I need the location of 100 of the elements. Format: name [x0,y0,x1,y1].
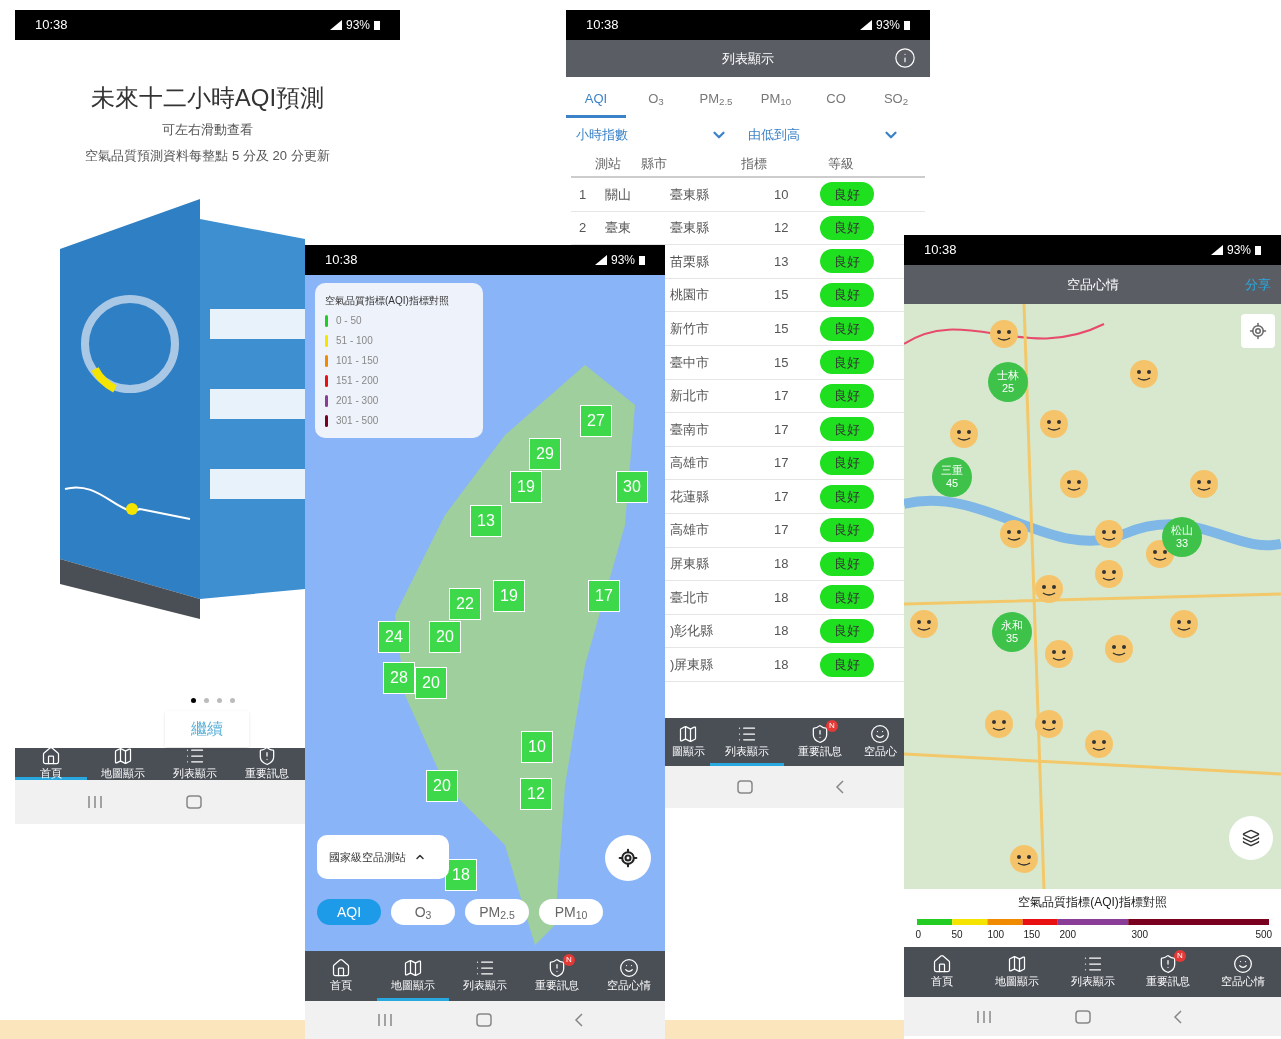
county-cell: 苗栗縣 [670,253,709,269]
nav-tab[interactable]: 重要訊息 [231,748,303,780]
rank-cell: 1 [579,186,587,202]
value-cell: 15 [774,354,789,370]
legend-range: 101 - 150 [336,354,379,368]
value-cell: 12 [774,220,789,236]
nav-tab[interactable]: 地圖顯示 [87,748,159,780]
nav-tab[interactable]: 列表顯示 [449,951,521,1001]
page-title: 未來十二小時AQI預測 [90,83,325,113]
county-cell: 新竹市 [670,320,709,336]
battery-level: 93% [1226,242,1251,259]
grade-badge: 良好 [820,316,874,341]
back-icon[interactable] [834,780,846,794]
smiley-face-icon [1189,469,1219,499]
value-cell: 17 [774,522,789,538]
filter-dropdown[interactable]: 由低到高 [738,125,910,145]
nav-tab[interactable]: N 重要訊息 [784,718,856,766]
pollutant-tab[interactable]: CO [806,82,866,118]
nav-tab[interactable]: 列表顯示 [159,748,231,780]
pollutant-chip[interactable]: O$_{3}$ [391,899,455,925]
grade-badge: 良好 [820,182,874,207]
rank-cell: 2 [579,220,587,236]
recents-icon[interactable] [974,1009,994,1024]
column-header: 測站 [595,155,622,174]
legend-title: 空氣品質指標(AQI)指標對照 [1018,894,1167,911]
pollutant-tab[interactable]: PM$_{2.5}$ [686,82,746,118]
value-cell: 18 [774,556,789,572]
signal-icon [859,20,872,30]
nav-tab[interactable]: 圖顯示 [666,718,710,766]
station-value: 25 [1001,383,1015,394]
pollutant-chip[interactable]: PM$_{2.5}$ [465,899,529,925]
pollutant-tab[interactable]: SO$_{2}$ [866,82,926,118]
recents-icon[interactable] [85,795,105,809]
pollutant-chip[interactable]: AQI [317,899,381,925]
layers-button[interactable] [1229,816,1273,860]
home-button-icon[interactable] [186,795,202,809]
home-button-icon[interactable] [1075,1009,1091,1024]
station-type-dropdown[interactable]: 國家級空品測站 [317,835,449,879]
continue-button[interactable]: 繼續 [165,711,249,747]
county-cell: 高雄市 [670,522,709,538]
status-time: 10:38 [325,251,358,270]
value-cell: 18 [774,589,789,605]
nav-tab[interactable]: 空品心情 [593,951,665,1001]
smiley-icon [619,958,639,978]
county-cell: 新北市 [670,388,709,404]
recents-icon[interactable] [375,1013,395,1027]
grade-badge: 良好 [820,283,874,308]
grade-badge: 良好 [820,619,874,643]
map-icon [403,958,423,978]
legend-range: 151 - 200 [336,374,379,388]
nav-tab[interactable]: N 重要訊息 [521,951,593,1001]
smiley-face-icon [1094,559,1124,589]
home-button-icon[interactable] [476,1013,492,1027]
filter-dropdown[interactable]: 小時指數 [566,125,738,145]
notification-badge: N [1173,950,1186,962]
county-cell: 花蓮縣 [670,488,709,504]
back-icon[interactable] [1172,1009,1184,1024]
column-header: 等級 [827,155,855,174]
locate-icon [1249,322,1267,340]
nav-tab[interactable]: 空品心情 [1205,947,1281,997]
smiley-face-icon [1034,574,1064,604]
legend-range: 0 - 50 [336,314,362,328]
nav-tab[interactable]: N 重要訊息 [1130,947,1206,997]
nav-tab[interactable]: 列表顯示 [1054,947,1131,997]
info-icon[interactable] [894,47,916,69]
legend-range: 51 - 100 [336,334,373,348]
update-note: 空氣品質預測資料每整點 5 分及 20 分更新 [85,146,330,165]
county-cell: )彰化縣 [670,623,714,639]
battery-icon [1255,245,1261,255]
smiley-face-icon [1009,844,1039,874]
pollutant-tab[interactable]: AQI [566,82,626,118]
county-cell: 屏東縣 [670,556,709,572]
pollutant-chip[interactable]: PM$_{10}$ [539,899,603,925]
share-link[interactable]: 分享 [1245,275,1271,295]
column-header: 指標 [741,155,768,174]
grade-badge: 良好 [820,484,874,509]
screen-title: 列表顯示 [722,49,774,68]
grade-badge: 良好 [820,417,874,442]
nav-tab[interactable]: 地圖顯示 [979,947,1055,997]
notification-badge: N [826,720,838,732]
pollutant-tab[interactable]: PM$_{10}$ [746,82,806,118]
station-value: 45 [945,478,959,489]
grade-badge: 良好 [820,551,874,576]
pollutant-tab[interactable]: O$_{3}$ [626,82,686,118]
county-cell: 臺東縣 [670,186,709,202]
county-cell: 臺東縣 [670,220,709,236]
home-button-icon[interactable] [737,780,753,794]
nav-tab[interactable]: 首頁 [305,951,377,1001]
grade-badge: 良好 [820,451,874,476]
nav-tab[interactable]: 首頁 [904,947,980,997]
map-icon [1007,954,1028,974]
value-cell: 17 [774,421,789,437]
smiley-face-icon [1034,709,1064,739]
scale-tick-label: 150 [1023,928,1041,942]
battery-level: 93% [610,252,635,269]
station-name: 松山 [1171,525,1193,536]
back-icon[interactable] [573,1013,585,1027]
nav-tab[interactable]: 空品心 [856,718,904,766]
smiley-face-icon [949,419,979,449]
value-cell: 18 [774,623,789,639]
